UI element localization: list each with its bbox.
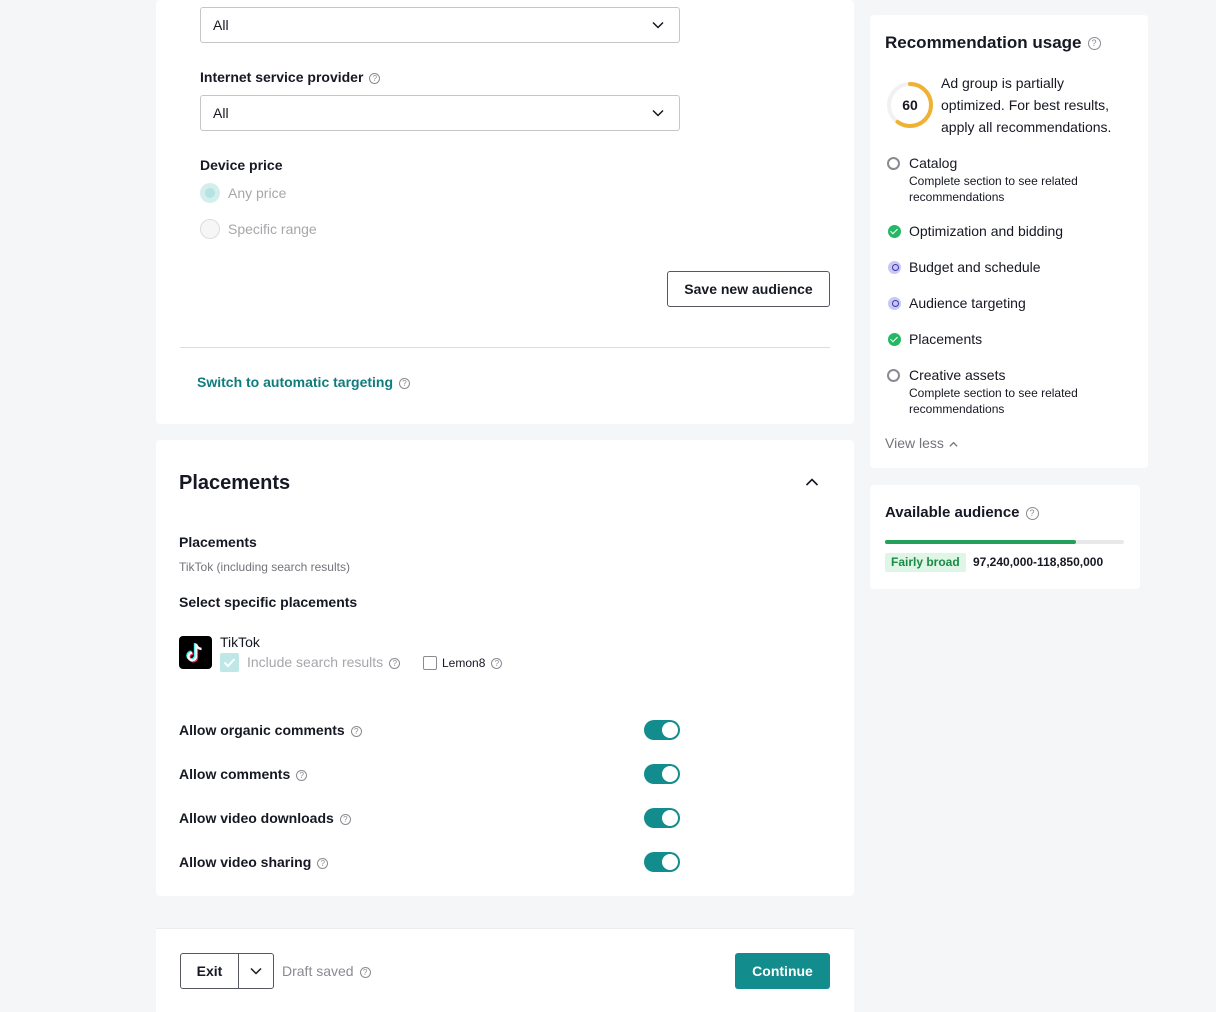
radio-any-price-label: Any price (228, 185, 287, 201)
allow-organic-comments-toggle[interactable] (644, 720, 680, 740)
audience-meter (885, 540, 1124, 544)
chevron-down-icon (250, 967, 262, 975)
check-icon (223, 658, 236, 668)
help-icon[interactable]: ? (296, 769, 308, 781)
allow-video-sharing-toggle[interactable] (644, 852, 680, 872)
recommendation-card: Recommendation usage? 60 Ad group is par… (870, 15, 1148, 468)
status-done-icon (888, 225, 901, 238)
continue-button[interactable]: Continue (735, 953, 830, 989)
isp-select[interactable]: All (200, 95, 680, 131)
status-incomplete-icon (887, 369, 900, 382)
chevron-down-icon (652, 109, 664, 117)
rec-item-creative-assets-subtitle: Complete section to see related recommen… (909, 386, 1078, 416)
lightbulb-icon (888, 297, 901, 310)
score-value: 60 (902, 97, 918, 113)
targeting-card: All Internet service provider? All Devic… (156, 0, 854, 424)
allow-video-downloads-toggle[interactable] (644, 808, 680, 828)
audience-level-badge: Fairly broad (885, 553, 966, 572)
recommendation-title-row: Recommendation usage? (885, 33, 1101, 53)
rec-item-budget[interactable]: Budget and schedule (909, 259, 1041, 275)
view-less-label: View less (885, 435, 944, 451)
chevron-up-icon[interactable] (804, 474, 820, 490)
chevron-down-icon (652, 21, 664, 29)
placements-section-title: Placements (179, 472, 291, 494)
divider (180, 347, 830, 348)
rec-item-creative-assets[interactable]: Creative assets (909, 367, 1005, 383)
switch-automatic-targeting-row: Switch to automatic targeting? (197, 374, 411, 390)
lemon8-label: Lemon8 (442, 656, 486, 670)
exit-dropdown-button[interactable] (238, 953, 274, 989)
status-incomplete-icon (887, 157, 900, 170)
rec-item-audience-targeting[interactable]: Audience targeting (909, 295, 1026, 311)
toggle-row-label: Allow organic comments? (179, 722, 362, 738)
rec-item-optimization[interactable]: Optimization and bidding (909, 223, 1063, 239)
available-audience-card: Available audience? Fairly broad 97,240,… (870, 485, 1140, 589)
help-icon[interactable]: ? (359, 966, 371, 978)
placements-description: TikTok (including search results) (179, 560, 350, 574)
switch-automatic-targeting-link[interactable]: Switch to automatic targeting (197, 374, 393, 390)
audience-meter-fill (885, 540, 1077, 544)
rec-item-placements[interactable]: Placements (909, 331, 982, 347)
view-less-link[interactable]: View less (885, 435, 959, 451)
help-icon[interactable]: ? (491, 658, 503, 670)
available-audience-title: Available audience (885, 504, 1020, 521)
toggle-row-label: Allow video downloads? (179, 810, 351, 826)
exit-button[interactable]: Exit (180, 953, 239, 989)
lemon8-row: Lemon8? (442, 656, 503, 670)
save-new-audience-button[interactable]: Save new audience (667, 271, 830, 307)
available-audience-title-row: Available audience? (885, 504, 1039, 521)
help-icon[interactable]: ? (317, 857, 329, 869)
placements-card: Placements Placements TikTok (including … (156, 440, 854, 896)
recommendation-title: Recommendation usage (885, 33, 1082, 52)
recommendation-summary: Ad group is partially optimized. For bes… (941, 75, 1112, 135)
tiktok-icon (186, 643, 202, 663)
draft-saved-text: Draft saved (282, 963, 354, 979)
allow-organic-comments-label: Allow organic comments (179, 722, 345, 738)
chevron-up-icon (949, 441, 958, 447)
radio-specific-range-label: Specific range (228, 221, 317, 237)
help-icon[interactable]: ? (350, 725, 362, 737)
rec-item-catalog[interactable]: Catalog (909, 155, 957, 171)
include-search-row: Include search results? (247, 654, 401, 670)
include-search-checkbox[interactable] (220, 653, 239, 672)
lightbulb-icon (888, 261, 901, 274)
allow-video-downloads-label: Allow video downloads (179, 810, 334, 826)
toggle-row-label: Allow video sharing? (179, 854, 329, 870)
top-select-value: All (213, 17, 229, 33)
select-specific-placements-label: Select specific placements (179, 594, 358, 610)
help-icon[interactable]: ? (399, 377, 411, 389)
allow-comments-label: Allow comments (179, 766, 291, 782)
top-select[interactable]: All (200, 7, 680, 43)
allow-video-sharing-label: Allow video sharing (179, 854, 312, 870)
radio-any-price[interactable] (200, 183, 220, 203)
toggle-row-label: Allow comments? (179, 766, 308, 782)
rec-item-catalog-subtitle: Complete section to see related recommen… (909, 174, 1078, 204)
isp-select-value: All (213, 105, 229, 121)
tiktok-logo (179, 636, 212, 669)
footer-bar: Exit Draft saved? Continue (156, 928, 854, 1012)
tiktok-label: TikTok (220, 634, 260, 650)
allow-comments-toggle[interactable] (644, 764, 680, 784)
help-icon[interactable]: ? (339, 813, 351, 825)
status-done-icon (888, 333, 901, 346)
draft-saved-row: Draft saved? (282, 963, 371, 979)
lemon8-checkbox[interactable] (423, 656, 437, 670)
help-icon[interactable]: ? (389, 657, 401, 669)
help-icon[interactable]: ? (1025, 506, 1039, 520)
help-icon[interactable]: ? (1087, 37, 1101, 51)
audience-range: 97,240,000-118,850,000 (973, 555, 1104, 569)
help-icon[interactable]: ? (369, 72, 381, 84)
isp-label-row: Internet service provider? (200, 69, 381, 85)
device-price-label: Device price (200, 157, 283, 173)
include-search-label: Include search results (247, 654, 384, 670)
radio-specific-range[interactable] (200, 219, 220, 239)
placements-label: Placements (179, 534, 257, 550)
isp-label: Internet service provider (200, 69, 364, 85)
